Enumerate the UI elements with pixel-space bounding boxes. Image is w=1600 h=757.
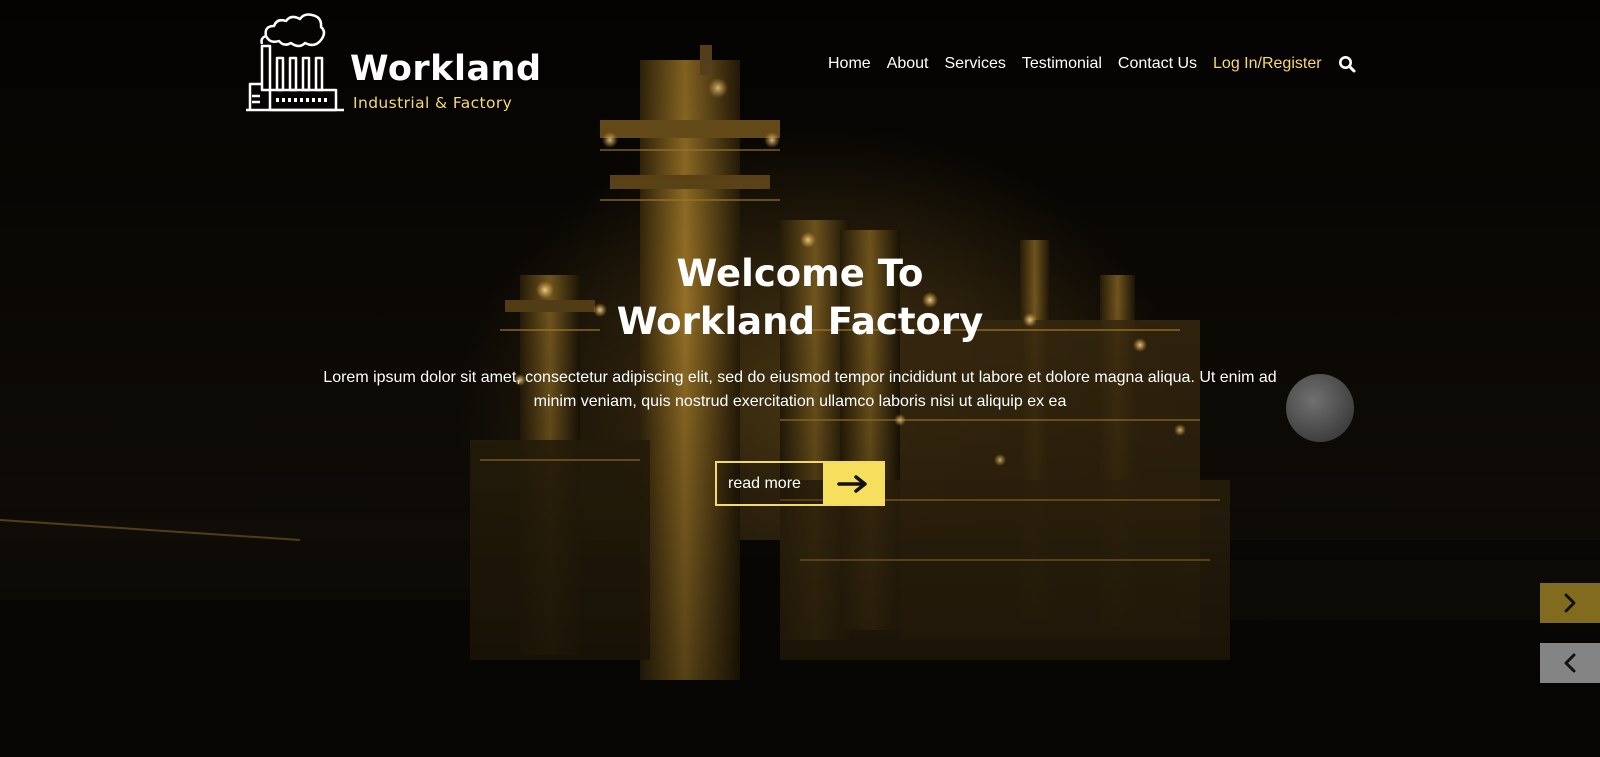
chevron-right-icon bbox=[1564, 593, 1576, 613]
arrow-right-icon bbox=[823, 463, 883, 504]
main-nav: Home About Services Testimonial Contact … bbox=[828, 52, 1356, 76]
nav-contact-us[interactable]: Contact Us bbox=[1118, 55, 1197, 73]
nav-testimonial[interactable]: Testimonial bbox=[1022, 55, 1102, 73]
hero-title-line2: Workland Factory bbox=[616, 300, 984, 343]
chevron-left-icon bbox=[1564, 653, 1576, 673]
logo[interactable]: Workland Industrial & Factory bbox=[244, 12, 541, 117]
nav-home[interactable]: Home bbox=[828, 55, 871, 73]
brand-tagline: Industrial & Factory bbox=[353, 94, 513, 112]
slider-next-button[interactable] bbox=[1540, 583, 1600, 623]
nav-login-register[interactable]: Log In/Register bbox=[1213, 55, 1322, 73]
read-more-label: read more bbox=[728, 475, 801, 492]
nav-about[interactable]: About bbox=[887, 55, 929, 73]
site-header: Workland Industrial & Factory Home About… bbox=[0, 0, 1600, 120]
brand-name: Workland bbox=[350, 49, 542, 89]
hero-description: Lorem ipsum dolor sit amet, consectetur … bbox=[323, 369, 1277, 410]
read-more-button[interactable]: read more bbox=[715, 461, 885, 506]
hero-title: Welcome To Workland Factory bbox=[300, 250, 1300, 346]
nav-services[interactable]: Services bbox=[945, 55, 1006, 73]
slider-prev-button[interactable] bbox=[1540, 643, 1600, 683]
search-icon[interactable] bbox=[1338, 55, 1356, 73]
hero-title-line1: Welcome To bbox=[676, 252, 924, 295]
hero-section: Workland Industrial & Factory Home About… bbox=[0, 0, 1600, 757]
hero-content: Welcome To Workland Factory Lorem ipsum … bbox=[300, 250, 1300, 506]
factory-icon bbox=[246, 13, 344, 112]
